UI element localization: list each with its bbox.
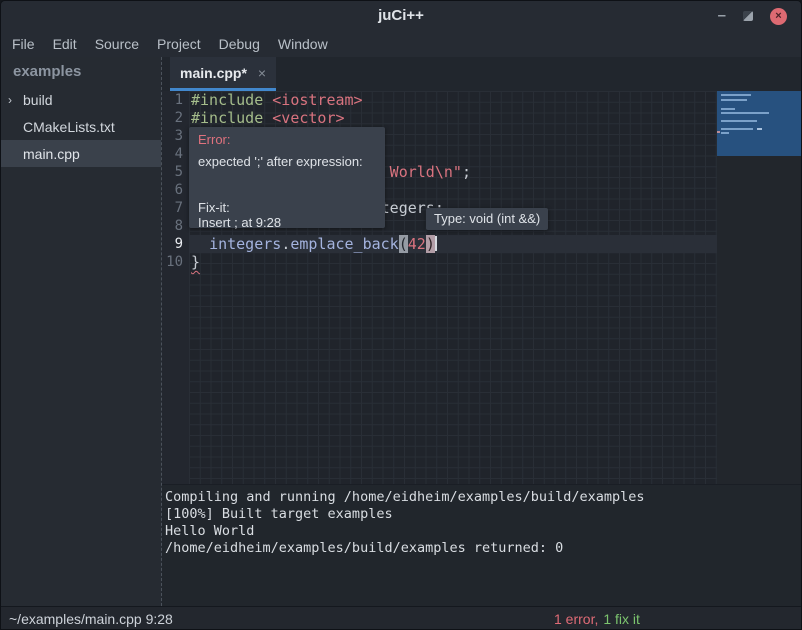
line-number-gutter: 12345678910 bbox=[162, 91, 189, 484]
diagnostics-summary: 1 error, 1 fix it bbox=[554, 607, 640, 630]
menu-edit[interactable]: Edit bbox=[44, 31, 86, 57]
line-number: 6 bbox=[162, 181, 189, 199]
minimap-code-mark bbox=[721, 132, 729, 134]
code-segment: <iostream> bbox=[272, 91, 362, 109]
menu-bar: FileEditSourceProjectDebugWindow bbox=[1, 31, 801, 57]
menu-project[interactable]: Project bbox=[148, 31, 210, 57]
line-number: 5 bbox=[162, 163, 189, 181]
code-segment: ) bbox=[426, 235, 435, 253]
menu-source[interactable]: Source bbox=[86, 31, 148, 57]
close-button[interactable]: × bbox=[770, 8, 787, 25]
menu-file[interactable]: File bbox=[3, 31, 44, 57]
code-segment: . bbox=[281, 235, 290, 253]
line-number: 10 bbox=[162, 253, 189, 271]
code-line[interactable]: } bbox=[189, 253, 717, 271]
terminal-line: Compiling and running /home/eidheim/exam… bbox=[165, 489, 801, 506]
minimap-code-mark bbox=[757, 128, 762, 130]
code-segment: #include bbox=[191, 91, 263, 109]
sidebar-item-main-cpp[interactable]: main.cpp bbox=[1, 140, 161, 167]
cursor-location: ~/examples/main.cpp 9:28 bbox=[9, 611, 173, 627]
minimap-code-mark bbox=[721, 120, 757, 122]
fixit-label: Fix-it: bbox=[198, 200, 385, 215]
tab-close-icon[interactable]: × bbox=[258, 65, 266, 81]
menu-window[interactable]: Window bbox=[269, 31, 337, 57]
tree-item-label: main.cpp bbox=[23, 146, 80, 162]
menu-debug[interactable]: Debug bbox=[210, 31, 269, 57]
code-segment bbox=[263, 109, 272, 127]
file-tree-sidebar: examples ›build CMakeLists.txt main.cpp bbox=[1, 57, 161, 606]
code-segment bbox=[191, 235, 209, 253]
minimap-code-mark bbox=[721, 94, 751, 96]
terminal-line: Hello World bbox=[165, 523, 801, 540]
restore-window-icon[interactable] bbox=[743, 11, 753, 21]
type-tooltip: Type: void (int &&) bbox=[426, 208, 548, 230]
line-number: 7 bbox=[162, 199, 189, 217]
code-segment: #include bbox=[191, 109, 263, 127]
code-segment: emplace_back bbox=[290, 235, 398, 253]
tree-item-label: build bbox=[23, 92, 53, 108]
error-label: Error: bbox=[198, 132, 385, 147]
status-bar: ~/examples/main.cpp 9:28 1 error, 1 fix … bbox=[1, 606, 801, 630]
minimap-visible-region[interactable] bbox=[717, 91, 801, 156]
code-line[interactable]: #include <iostream> bbox=[189, 91, 717, 109]
minimap-code-mark bbox=[717, 131, 720, 133]
window-title: juCi++ bbox=[1, 1, 801, 31]
chevron-right-icon[interactable]: › bbox=[8, 93, 23, 107]
code-segment: integers bbox=[209, 235, 281, 253]
minimap-code-mark bbox=[721, 112, 769, 114]
code-line[interactable]: integers.emplace_back(42) bbox=[189, 235, 717, 253]
text-cursor bbox=[435, 236, 437, 251]
error-message: expected ';' after expression: bbox=[198, 154, 385, 169]
line-number: 1 bbox=[162, 91, 189, 109]
title-bar[interactable]: juCi++ – × bbox=[1, 1, 801, 31]
code-segment: ; bbox=[462, 163, 471, 181]
minimap-code-mark bbox=[721, 128, 753, 130]
terminal-line: [100%] Built target examples bbox=[165, 506, 801, 523]
minimap-code-mark bbox=[721, 108, 735, 110]
fixit-count: 1 fix it bbox=[603, 611, 640, 627]
sidebar-item-cmakelists-txt[interactable]: CMakeLists.txt bbox=[1, 113, 161, 140]
line-number: 3 bbox=[162, 127, 189, 145]
line-number: 9 bbox=[162, 235, 189, 253]
sidebar-item-build[interactable]: ›build bbox=[1, 86, 161, 113]
main-area: examples ›build CMakeLists.txt main.cpp ma… bbox=[1, 57, 801, 606]
minimap[interactable] bbox=[717, 91, 801, 484]
tab-label: main.cpp* bbox=[180, 65, 247, 81]
code-editor[interactable]: 12345678910 #include <iostream>#include … bbox=[162, 91, 801, 484]
minimize-button[interactable]: – bbox=[718, 11, 726, 21]
code-segment: ( bbox=[399, 235, 408, 253]
project-name-header: examples bbox=[1, 57, 161, 86]
tree-item-label: CMakeLists.txt bbox=[23, 119, 115, 135]
code-segment: <vector> bbox=[272, 109, 344, 127]
error-count: 1 error, bbox=[554, 611, 598, 627]
minimap-code-mark bbox=[721, 99, 747, 101]
line-number: 8 bbox=[162, 217, 189, 235]
tab-bar: main.cpp* × bbox=[162, 57, 801, 91]
terminal-line: /home/eidheim/examples/build/examples re… bbox=[165, 540, 801, 557]
line-number: 2 bbox=[162, 109, 189, 127]
tab-main-cpp[interactable]: main.cpp* × bbox=[170, 57, 276, 91]
code-segment: 42 bbox=[408, 235, 426, 253]
code-segment bbox=[263, 91, 272, 109]
file-tree: ›build CMakeLists.txt main.cpp bbox=[1, 86, 161, 167]
window-controls: – × bbox=[718, 1, 787, 31]
fixit-message: Insert ; at 9:28 bbox=[198, 215, 385, 230]
build-output-terminal: Compiling and running /home/eidheim/exam… bbox=[162, 484, 801, 606]
code-segment: } bbox=[191, 253, 200, 271]
editor-pane: main.cpp* × 12345678910 #include <iostrea… bbox=[161, 57, 801, 606]
app-window: juCi++ – × FileEditSourceProjectDebugWin… bbox=[0, 0, 802, 630]
line-number: 4 bbox=[162, 145, 189, 163]
diagnostic-tooltip: Error: expected ';' after expression: Fi… bbox=[189, 127, 385, 228]
code-line[interactable]: #include <vector> bbox=[189, 109, 717, 127]
